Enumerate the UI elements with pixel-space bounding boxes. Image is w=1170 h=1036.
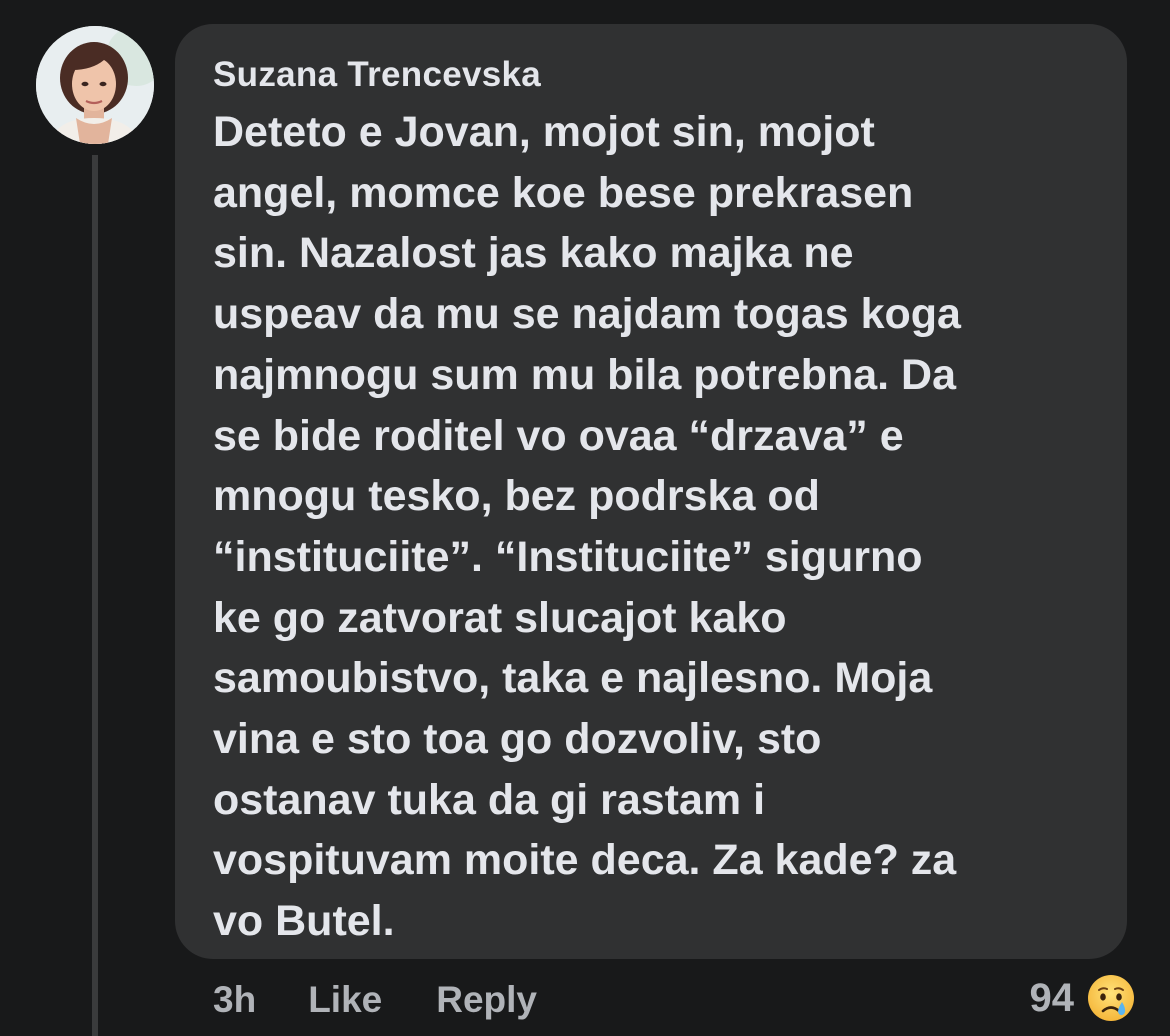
sad-tear-emoji-icon	[1085, 972, 1137, 1024]
comment-text-line: vina e sto toa go dozvoliv, sto	[213, 715, 822, 764]
reaction-count: 94	[1029, 975, 1075, 1020]
comment-text-line: vo Butel.	[213, 897, 395, 946]
comment-text-line: vospituvam moite deca. Za kade? za	[213, 836, 957, 885]
comment-text-line: samoubistvo, taka e najlesno. Moja	[213, 654, 933, 703]
reaction-summary[interactable]: 94	[1030, 970, 1139, 1026]
avatar-photo-icon	[36, 26, 154, 144]
thread-connector-line	[92, 155, 98, 1036]
like-button[interactable]: Like	[308, 979, 382, 1021]
reply-button[interactable]: Reply	[436, 979, 537, 1021]
comment-actions: 3h Like Reply	[213, 975, 537, 1025]
comment-body: Deteto e Jovan, mojot sin, mojot angel, …	[213, 102, 1107, 952]
comment-thread: Suzana Trencevska Deteto e Jovan, mojot …	[0, 0, 1170, 1036]
comment-text-line: Deteto e Jovan, mojot sin, mojot	[213, 108, 875, 156]
comment-text-line: najmnogu sum mu bila potrebna. Da	[213, 350, 957, 399]
comment-text-line: “instituciite”. “Instituciite” sigurno	[213, 532, 923, 581]
comment-text-line: ostanav tuka da gi rastam i	[213, 775, 766, 824]
comment-text-line: se bide roditel vo ovaa “drzava” e	[213, 411, 904, 460]
avatar[interactable]	[36, 26, 154, 144]
comment-text-line: angel, momce koe bese prekrasen	[213, 168, 914, 217]
comment-text-line: ke go zatvorat slucajot kako	[213, 593, 787, 642]
comment-bubble: Suzana Trencevska Deteto e Jovan, mojot …	[175, 24, 1127, 959]
comment-text-line: mnogu tesko, bez podrska od	[213, 472, 820, 521]
comment-author-name[interactable]: Suzana Trencevska	[213, 54, 1107, 96]
comment-text-line: uspeav da mu se najdam togas koga	[213, 290, 961, 339]
comment-timestamp[interactable]: 3h	[213, 979, 256, 1021]
comment-text-line: sin. Nazalost jas kako majka ne	[213, 229, 854, 278]
